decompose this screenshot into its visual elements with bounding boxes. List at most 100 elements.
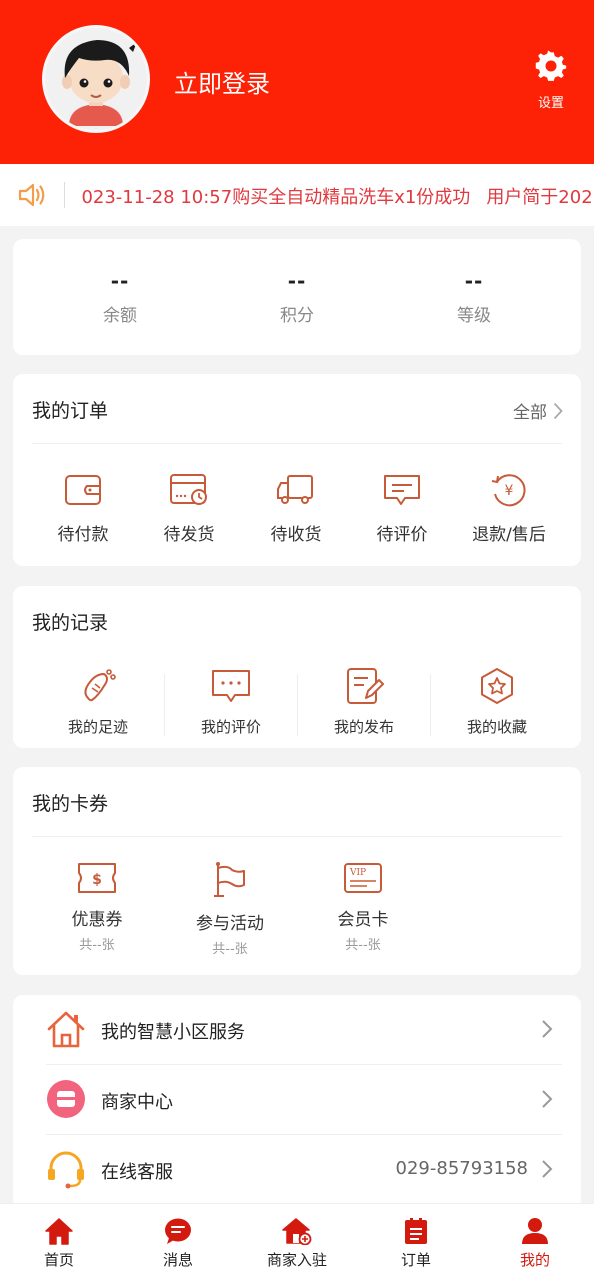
notice-bar[interactable]: 用户简于2023-11-28 10:57购买全自动精品洗车x1份成功用户简于20… xyxy=(0,164,594,226)
activity-count: 共--张 xyxy=(212,942,248,957)
chevron-right-icon xyxy=(542,1090,553,1108)
coupon-count: 共--张 xyxy=(79,938,115,953)
chevron-right-icon xyxy=(542,1020,553,1038)
menu-customer-service[interactable]: 在线客服 029-85793158 xyxy=(13,1135,581,1205)
profile-header: 立即登录 设置 xyxy=(0,0,594,164)
level-stat[interactable]: -- 等级 xyxy=(414,269,534,326)
record-favorites[interactable]: 我的收藏 xyxy=(431,666,563,737)
comment-icon xyxy=(384,475,420,505)
tab-profile-label: 我的 xyxy=(519,1251,550,1269)
pending-shipment-icon xyxy=(170,474,207,505)
points-label: 积分 xyxy=(280,306,314,326)
notice-marquee: 用户简于2023-11-28 10:57购买全自动精品洗车x1份成功用户简于20… xyxy=(80,164,594,226)
all-orders-link[interactable]: 全部 xyxy=(513,398,563,423)
order-refund-label: 退款/售后 xyxy=(472,525,546,545)
svg-text:VIP: VIP xyxy=(349,868,366,878)
chevron-right-icon xyxy=(553,402,563,419)
svg-text:$: $ xyxy=(92,872,102,888)
my-coupons-card: 我的卡券 $ 优惠券 共--张 参与活动 共--张 VIP 会员卡 共--张 xyxy=(13,767,581,975)
menu-customer-service-label: 在线客服 xyxy=(101,1162,173,1183)
record-favorites-label: 我的收藏 xyxy=(466,718,527,736)
activity-label: 参与活动 xyxy=(196,914,264,934)
orders-title: 我的订单 xyxy=(32,400,109,422)
notice-item: 用户简于2023-11-28 10:57购买全自动精品洗车x1份成功 xyxy=(486,187,594,208)
record-published[interactable]: 我的发布 xyxy=(298,666,430,737)
menu-smart-community[interactable]: 我的智慧小区服务 xyxy=(13,995,581,1065)
level-value: -- xyxy=(464,269,484,293)
footprint-icon xyxy=(84,669,116,702)
coupon-entry[interactable]: $ 优惠券 共--张 xyxy=(31,861,163,953)
level-label: 等级 xyxy=(457,306,491,326)
coupons-divider xyxy=(32,836,562,837)
record-footprint-label: 我的足迹 xyxy=(67,718,128,736)
profile-icon xyxy=(522,1218,548,1244)
activity-entry[interactable]: 参与活动 共--张 xyxy=(164,861,296,957)
record-published-label: 我的发布 xyxy=(333,718,394,736)
merchant-icon xyxy=(47,1080,85,1118)
orders-divider xyxy=(32,443,562,444)
notice-separator xyxy=(64,182,65,208)
notice-item: 用户简于2023-11-28 10:57购买全自动精品洗车x1份成功 xyxy=(80,187,471,208)
vip-card-icon: VIP xyxy=(344,863,382,893)
login-link[interactable]: 立即登录 xyxy=(174,64,270,99)
home-icon xyxy=(45,1218,73,1245)
menu-merchant-center[interactable]: 商家中心 xyxy=(13,1065,581,1135)
account-stats-card: -- 余额 -- 积分 -- 等级 xyxy=(13,239,581,355)
services-menu-card: 我的智慧小区服务 商家中心 在线客服 029-85793158 xyxy=(13,995,581,1210)
speaker-icon xyxy=(18,183,45,207)
balance-label: 余额 xyxy=(103,306,137,326)
tab-orders-label: 订单 xyxy=(400,1251,431,1269)
record-footprint[interactable]: 我的足迹 xyxy=(32,666,164,737)
tab-home[interactable]: 首页 xyxy=(0,1217,118,1270)
merchant-join-icon xyxy=(282,1218,312,1245)
order-pending-shipment[interactable]: 待发货 xyxy=(139,472,239,545)
order-pending-review[interactable]: 待评价 xyxy=(352,472,452,545)
order-icon xyxy=(405,1218,427,1244)
avatar-icon xyxy=(45,28,147,130)
all-orders-label: 全部 xyxy=(513,403,547,423)
menu-merchant-center-label: 商家中心 xyxy=(101,1092,173,1113)
tab-merchant-join-label: 商家入驻 xyxy=(266,1251,327,1269)
favorite-icon xyxy=(481,668,513,704)
settings-label: 设置 xyxy=(537,96,564,111)
avatar[interactable] xyxy=(42,25,150,133)
tab-messages-label: 消息 xyxy=(162,1251,193,1269)
vip-card-entry[interactable]: VIP 会员卡 共--张 xyxy=(297,861,429,953)
order-pending-payment-label: 待付款 xyxy=(57,525,109,545)
record-reviews-label: 我的评价 xyxy=(200,718,261,736)
records-title: 我的记录 xyxy=(32,612,109,634)
wallet-icon xyxy=(65,475,101,505)
review-icon xyxy=(212,670,250,702)
svg-text:¥: ¥ xyxy=(505,483,514,499)
coupon-icon: $ xyxy=(78,863,116,893)
chevron-right-icon xyxy=(542,1160,553,1178)
headset-icon xyxy=(48,1151,84,1189)
points-stat[interactable]: -- 积分 xyxy=(237,269,357,326)
vip-card-count: 共--张 xyxy=(345,938,381,953)
order-pending-review-label: 待评价 xyxy=(376,525,428,545)
settings-button[interactable]: 设置 xyxy=(522,50,580,111)
my-records-card: 我的记录 我的足迹 我的评价 我的发布 我的收藏 xyxy=(13,586,581,748)
record-reviews[interactable]: 我的评价 xyxy=(165,666,297,737)
menu-smart-community-label: 我的智慧小区服务 xyxy=(101,1022,245,1043)
tab-merchant-join[interactable]: 商家入驻 xyxy=(238,1217,356,1270)
order-pending-payment[interactable]: 待付款 xyxy=(33,472,133,545)
points-value: -- xyxy=(287,269,307,293)
order-pending-receipt[interactable]: 待收货 xyxy=(246,472,346,545)
balance-value: -- xyxy=(110,269,130,293)
truck-icon xyxy=(277,475,313,504)
vip-card-label: 会员卡 xyxy=(337,910,389,930)
order-refund[interactable]: ¥ 退款/售后 xyxy=(459,472,559,545)
my-orders-card: 我的订单 全部 待付款 待发货 待收货 待评价 ¥ 退款/售后 xyxy=(13,374,581,566)
tab-orders[interactable]: 订单 xyxy=(357,1217,475,1270)
service-phone[interactable]: 029-85793158 xyxy=(396,1158,528,1179)
message-icon xyxy=(165,1218,191,1244)
balance-stat[interactable]: -- 余额 xyxy=(60,269,180,326)
publish-icon xyxy=(347,668,384,704)
refund-icon: ¥ xyxy=(491,474,526,507)
tab-profile[interactable]: 我的 xyxy=(476,1217,594,1270)
tab-messages[interactable]: 消息 xyxy=(119,1217,237,1270)
bottom-tab-bar: 首页 消息 商家入驻 订单 我的 xyxy=(0,1203,594,1280)
coupon-label: 优惠券 xyxy=(71,910,123,930)
tab-home-label: 首页 xyxy=(43,1251,74,1269)
